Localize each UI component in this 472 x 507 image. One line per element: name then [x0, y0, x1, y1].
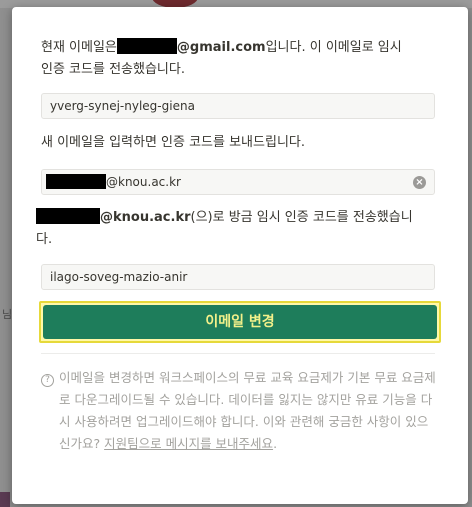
sent-notice-suffix: (으)로 방금 임시 인증 코드를 전송했습니 — [190, 210, 413, 225]
sent-notice-line2: 다. — [36, 232, 53, 247]
new-email-prompt: 새 이메일을 입력하면 인증 코드를 보내드립니다. — [41, 135, 305, 150]
new-email-domain: @knou.ac.kr — [106, 175, 181, 189]
redacted-email-user — [116, 38, 177, 54]
new-email-input[interactable]: @knou.ac.kr × — [41, 169, 435, 195]
background-sidebar-fragment — [0, 492, 10, 507]
new-email-sent-notice: @knou.ac.kr(으)로 방금 임시 인증 코드를 전송했습니 다. — [36, 207, 441, 251]
support-link[interactable]: 지원팀으로 메시지를 보내주세요 — [104, 436, 273, 451]
info-end: . — [273, 436, 278, 451]
question-circle-icon: ? — [41, 374, 54, 387]
change-email-button-highlight: 이메일 변경 — [39, 301, 441, 343]
notice-line2: 인증 코드를 전송했습니다. — [41, 62, 185, 77]
current-email-domain: @gmail.com — [176, 40, 266, 55]
notice-prefix: 현재 이메일은 — [41, 40, 117, 55]
background-text-fragment: 님 — [2, 308, 13, 321]
change-email-modal: 현재 이메일은 @gmail.com입니다. 이 이메일로 임시 인증 코드를 전… — [12, 7, 468, 504]
current-email-code-input[interactable]: yverg-synej-nyleg-giena — [41, 93, 435, 119]
change-email-button[interactable]: 이메일 변경 — [43, 305, 437, 339]
new-email-code-input[interactable]: ilago-soveg-mazio-anir — [41, 264, 435, 290]
sent-email-domain: @knou.ac.kr — [100, 210, 191, 225]
current-email-notice: 현재 이메일은 @gmail.com입니다. 이 이메일로 임시 인증 코드를 전… — [41, 37, 441, 81]
clear-icon[interactable]: × — [413, 176, 426, 189]
redacted-new-email-user — [46, 174, 106, 189]
notice-suffix: 입니다. 이 이메일로 임시 — [265, 40, 402, 55]
redacted-sent-email-user — [36, 208, 100, 224]
downgrade-info-text: 이메일을 변경하면 워크스페이스의 무료 교육 요금제가 기본 무료 요금제로 … — [59, 367, 439, 455]
divider — [41, 353, 435, 354]
